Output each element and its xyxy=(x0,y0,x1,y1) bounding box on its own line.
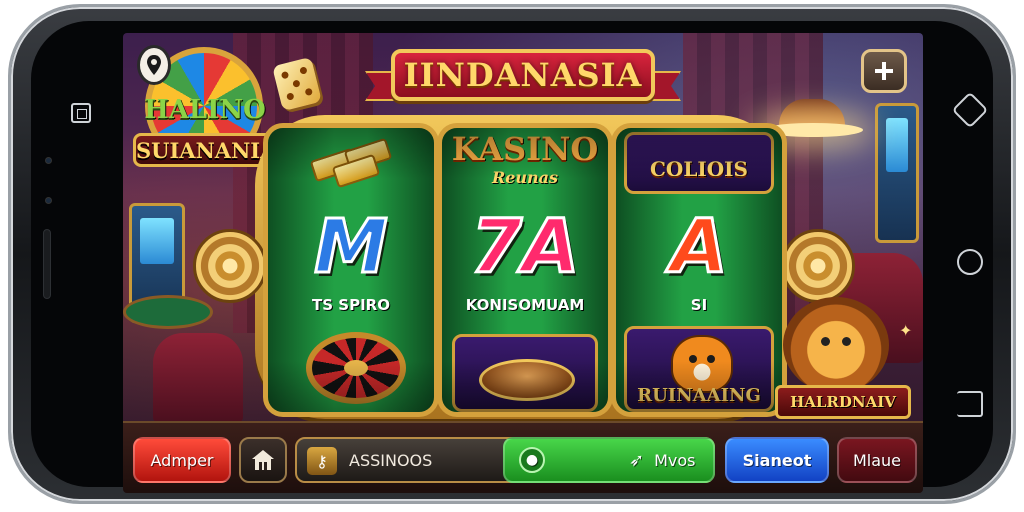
lion-plate: HALRDNAIV xyxy=(775,385,911,419)
arrow-icon: ➶ xyxy=(629,449,645,471)
green-action-button[interactable]: ● ➶ Mvos xyxy=(503,437,715,483)
home-button[interactable] xyxy=(239,437,287,483)
bowl-icon xyxy=(479,359,575,401)
game-title: IINDANASIA xyxy=(403,56,643,94)
reel-middle[interactable]: KASINO Reunas 7A KONISOMUAM xyxy=(437,123,613,417)
colors-tile: COLIOIS xyxy=(624,132,774,194)
key-icon: ⚷ xyxy=(307,447,337,475)
speaker-grille xyxy=(43,229,51,299)
add-button[interactable] xyxy=(861,49,907,93)
blue-action-button[interactable]: Sianeot xyxy=(725,437,829,483)
bet-icon: ● xyxy=(519,447,545,473)
sensor-icon xyxy=(45,197,52,204)
house-icon xyxy=(252,450,274,470)
reel-left[interactable]: M TS SPIRO xyxy=(263,123,439,417)
lion-mascot xyxy=(783,297,889,393)
casino-table xyxy=(123,295,213,329)
sparkle-icon: ✦ xyxy=(899,321,913,340)
pin-button[interactable] xyxy=(137,45,171,85)
green-button-label: Mvos xyxy=(654,450,696,470)
game-screen: HALINO SUIANANIAS IINDANASIA M TS SPIRO … xyxy=(123,33,923,493)
reel-right-footer: RUINAAING xyxy=(637,385,761,406)
pin-icon xyxy=(147,55,161,75)
reel-middle-header: KASINO xyxy=(451,130,599,168)
reel-left-symbol: M xyxy=(313,203,390,292)
right-knob xyxy=(781,229,855,303)
tiger-tile: RUINAAING xyxy=(624,326,774,412)
reel-right-caption: SI xyxy=(690,296,708,314)
reel-right-header: COLIOIS xyxy=(650,157,748,181)
logo-title: HALINO xyxy=(144,95,266,125)
bowl-tile xyxy=(452,334,598,412)
gold-bars-icon xyxy=(309,137,400,189)
nav-back-icon[interactable] xyxy=(957,391,983,417)
reel-left-caption: TS SPIRO xyxy=(312,296,390,314)
phone-frame: HALINO SUIANANIAS IINDANASIA M TS SPIRO … xyxy=(8,4,1016,504)
search-field-text: ASSINOOS xyxy=(349,451,433,470)
title-banner: IINDANASIA xyxy=(365,45,681,111)
nav-home-icon[interactable] xyxy=(957,249,983,275)
reel-middle-caption: KONISOMUAM xyxy=(465,296,585,314)
roulette-icon xyxy=(306,332,406,404)
left-knob xyxy=(193,229,267,303)
recent-apps-icon[interactable] xyxy=(71,103,91,123)
camera-icon xyxy=(45,157,52,164)
reel-middle-symbol: 7A xyxy=(469,203,581,292)
bottom-bar: Admper ⚷ ASSINOOS ● ➶ Mvos Sianeot Mlaue xyxy=(123,421,923,493)
maroon-action-button[interactable]: Mlaue xyxy=(837,437,917,483)
arcade-machine-right xyxy=(875,103,919,243)
reel-middle-subheader: Reunas xyxy=(491,168,559,187)
red-action-button[interactable]: Admper xyxy=(133,437,231,483)
plus-icon xyxy=(875,62,893,80)
reel-right[interactable]: COLIOIS A SI RUINAAING xyxy=(611,123,787,417)
logo-subtitle: SUIANANIAS xyxy=(133,133,292,167)
chair-left xyxy=(153,333,243,423)
reel-right-symbol: A xyxy=(669,203,729,292)
